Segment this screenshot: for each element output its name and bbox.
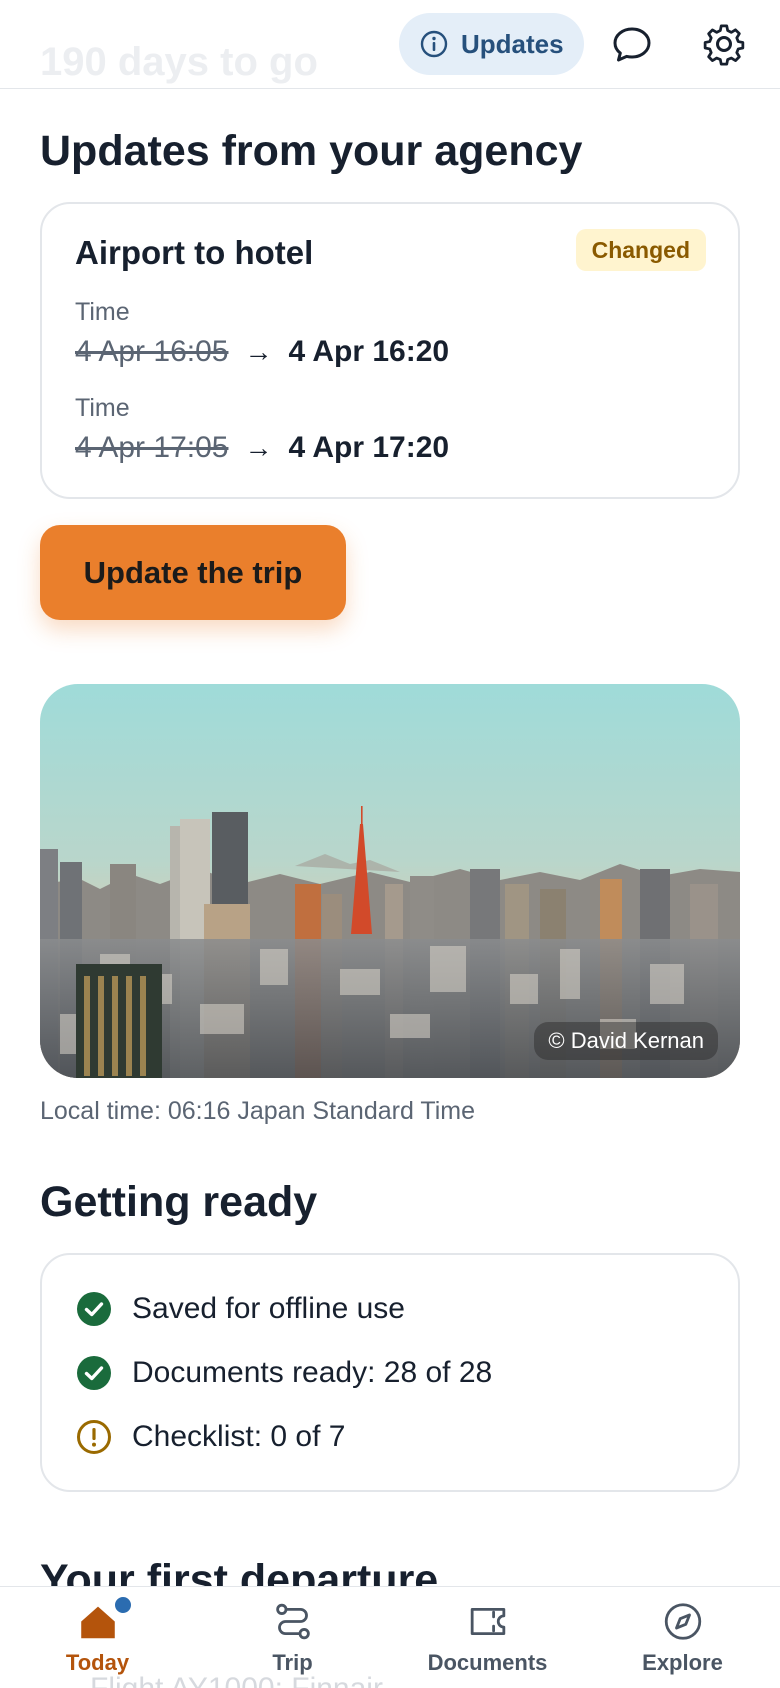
arrow-right-icon: → bbox=[244, 432, 273, 463]
notification-dot bbox=[112, 1595, 133, 1615]
check-circle-icon bbox=[77, 1356, 111, 1390]
new-value: 4 Apr 17:20 bbox=[288, 431, 450, 464]
settings-button[interactable] bbox=[700, 20, 748, 68]
warning-circle-icon bbox=[77, 1420, 111, 1454]
arrow-right-icon: → bbox=[244, 336, 273, 367]
info-icon bbox=[420, 30, 448, 58]
route-icon bbox=[275, 1603, 310, 1640]
gear-icon bbox=[703, 24, 745, 66]
ready-item-text: Checklist: 0 of 7 bbox=[132, 1420, 346, 1453]
messages-button[interactable] bbox=[608, 20, 656, 68]
top-bar: 190 days to go Updates bbox=[0, 0, 780, 89]
nav-label: Trip bbox=[272, 1650, 313, 1675]
local-time: Local time: 06:16 Japan Standard Time bbox=[40, 1097, 475, 1125]
compass-icon bbox=[664, 1603, 701, 1640]
update-card-title: Airport to hotel bbox=[75, 234, 314, 271]
updates-heading: Updates from your agency bbox=[40, 127, 583, 175]
nav-label: Documents bbox=[427, 1650, 548, 1675]
photo-credit: © David Kernan bbox=[534, 1022, 718, 1060]
nav-label: Explore bbox=[642, 1650, 723, 1675]
updates-label: Updates bbox=[461, 28, 564, 59]
ready-item-text: Documents ready: 28 of 28 bbox=[132, 1356, 493, 1389]
change-row: 4 Apr 17:05 → 4 Apr 17:20 bbox=[75, 431, 449, 465]
nav-item-explore[interactable]: Explore bbox=[585, 1587, 780, 1676]
nav-item-trip[interactable]: Trip bbox=[195, 1587, 390, 1676]
change-label: Time bbox=[75, 298, 130, 326]
ready-item-documents[interactable]: Documents ready: 28 of 28 bbox=[76, 1355, 492, 1391]
update-trip-button[interactable]: Update the trip bbox=[40, 525, 346, 620]
destination-photo: © David Kernan bbox=[40, 684, 740, 1078]
change-row: 4 Apr 16:05 → 4 Apr 16:20 bbox=[75, 335, 449, 369]
change-label: Time bbox=[75, 394, 130, 422]
ready-item-checklist[interactable]: Checklist: 0 of 7 bbox=[76, 1419, 345, 1455]
ready-item-text: Saved for offline use bbox=[132, 1292, 405, 1325]
changed-badge: Changed bbox=[575, 229, 706, 271]
old-value: 4 Apr 16:05 bbox=[75, 335, 229, 368]
countdown-title-scrolled: 190 days to go bbox=[40, 40, 318, 84]
ticket-icon bbox=[470, 1607, 505, 1636]
update-card[interactable]: Airport to hotel Changed Time 4 Apr 16:0… bbox=[40, 202, 740, 499]
nav-label: Today bbox=[65, 1650, 130, 1675]
ready-item-offline: Saved for offline use bbox=[76, 1291, 405, 1327]
updates-button[interactable]: Updates bbox=[399, 13, 584, 75]
new-value: 4 Apr 16:20 bbox=[288, 335, 450, 368]
check-circle-icon bbox=[77, 1292, 111, 1326]
old-value: 4 Apr 17:05 bbox=[75, 431, 229, 464]
bottom-navigation: Today Trip Documents Explore bbox=[0, 1586, 780, 1676]
getting-ready-card[interactable]: Saved for offline use Documents ready: 2… bbox=[40, 1253, 740, 1492]
nav-item-today[interactable]: Today bbox=[0, 1587, 195, 1676]
city-skyline-image bbox=[40, 684, 740, 1078]
chat-bubble-icon bbox=[613, 27, 651, 62]
nav-item-documents[interactable]: Documents bbox=[390, 1587, 585, 1676]
getting-ready-heading: Getting ready bbox=[40, 1178, 318, 1226]
